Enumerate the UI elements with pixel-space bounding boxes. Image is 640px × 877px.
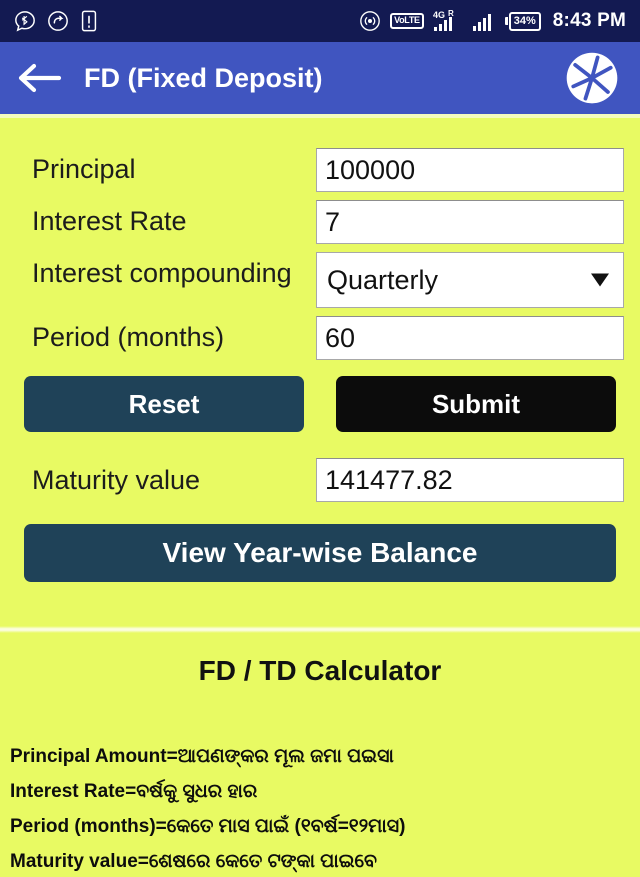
back-arrow-icon[interactable] (18, 61, 62, 95)
sim-alert-icon (81, 10, 97, 32)
interest-compounding-select[interactable]: Quarterly (316, 252, 624, 308)
battery-nub (504, 17, 508, 25)
battery-icon: 34% (504, 11, 541, 31)
bluetooth-message-icon (15, 11, 35, 32)
interest-compounding-label: Interest compounding (32, 258, 292, 288)
volte-icon: VoLTE (390, 13, 424, 29)
info-section: FD / TD Calculator Principal Amount=ଆପଣଙ… (0, 633, 640, 877)
principal-label: Principal (32, 154, 136, 184)
action-button-row: Reset Submit (16, 376, 624, 432)
interest-rate-input[interactable]: 7 (316, 200, 624, 244)
svg-text:4G: 4G (433, 10, 445, 20)
status-bar-clock: 8:43 PM (552, 10, 626, 31)
interest-rate-label: Interest Rate (32, 206, 187, 236)
maturity-value-label: Maturity value (32, 465, 201, 495)
status-bar-left-icons (14, 10, 98, 32)
interest-compounding-value: Quarterly (327, 264, 439, 295)
page-title: FD (Fixed Deposit) (84, 62, 323, 93)
battery-percent-label: 34% (508, 11, 541, 31)
info-line-principal: Principal Amount=ଆପଣଙ୍କର ମୂଲ ଜମା ପଇସା (10, 746, 394, 767)
principal-input[interactable]: 100000 (316, 148, 624, 192)
form-row-interest-rate: Interest Rate 7 (16, 200, 624, 244)
info-title: FD / TD Calculator (198, 655, 442, 686)
status-bar-right-icons: VoLTE 4G R 34% 8:43 PM (359, 9, 626, 33)
period-input[interactable]: 60 (316, 316, 624, 360)
period-label: Period (months) (32, 322, 225, 352)
reset-button[interactable]: Reset (24, 376, 304, 432)
view-yearwise-balance-button[interactable]: View Year-wise Balance (24, 524, 616, 582)
svg-text:R: R (448, 9, 454, 18)
info-line-interest-rate: Interest Rate=ବର୍ଷକୁ ସୁଧର ହାର (10, 781, 258, 802)
info-line-period: Period (months)=କେତେ ମାସ ପାଇଁ (୧ବର୍ଷ=୧୨ମ… (10, 816, 406, 837)
form-row-period: Period (months) 60 (16, 316, 624, 360)
form-row-maturity-value: Maturity value 141477.82 (16, 458, 624, 502)
form-row-principal: Principal 100000 (16, 148, 624, 192)
app-bar: FD (Fixed Deposit) (0, 42, 640, 114)
info-line-maturity: Maturity value=ଶେଷରେ କେତେ ଟଙ୍କା ପାଇବେ (10, 851, 378, 872)
data-saver-icon (48, 11, 68, 31)
submit-button[interactable]: Submit (336, 376, 616, 432)
form-row-compounding: Interest compounding Quarterly (16, 252, 624, 308)
signal-4g-icon: 4G R (433, 9, 454, 31)
status-bar: VoLTE 4G R 34% 8:43 PM (0, 0, 640, 42)
section-divider (0, 626, 640, 633)
calculator-form: Principal 100000 Interest Rate 7 Interes… (0, 118, 640, 626)
hotspot-icon (360, 11, 380, 31)
camera-aperture-icon[interactable] (562, 48, 622, 108)
signal-bars-icon (472, 14, 491, 31)
maturity-value-output: 141477.82 (316, 458, 624, 502)
chevron-down-icon (591, 273, 609, 287)
